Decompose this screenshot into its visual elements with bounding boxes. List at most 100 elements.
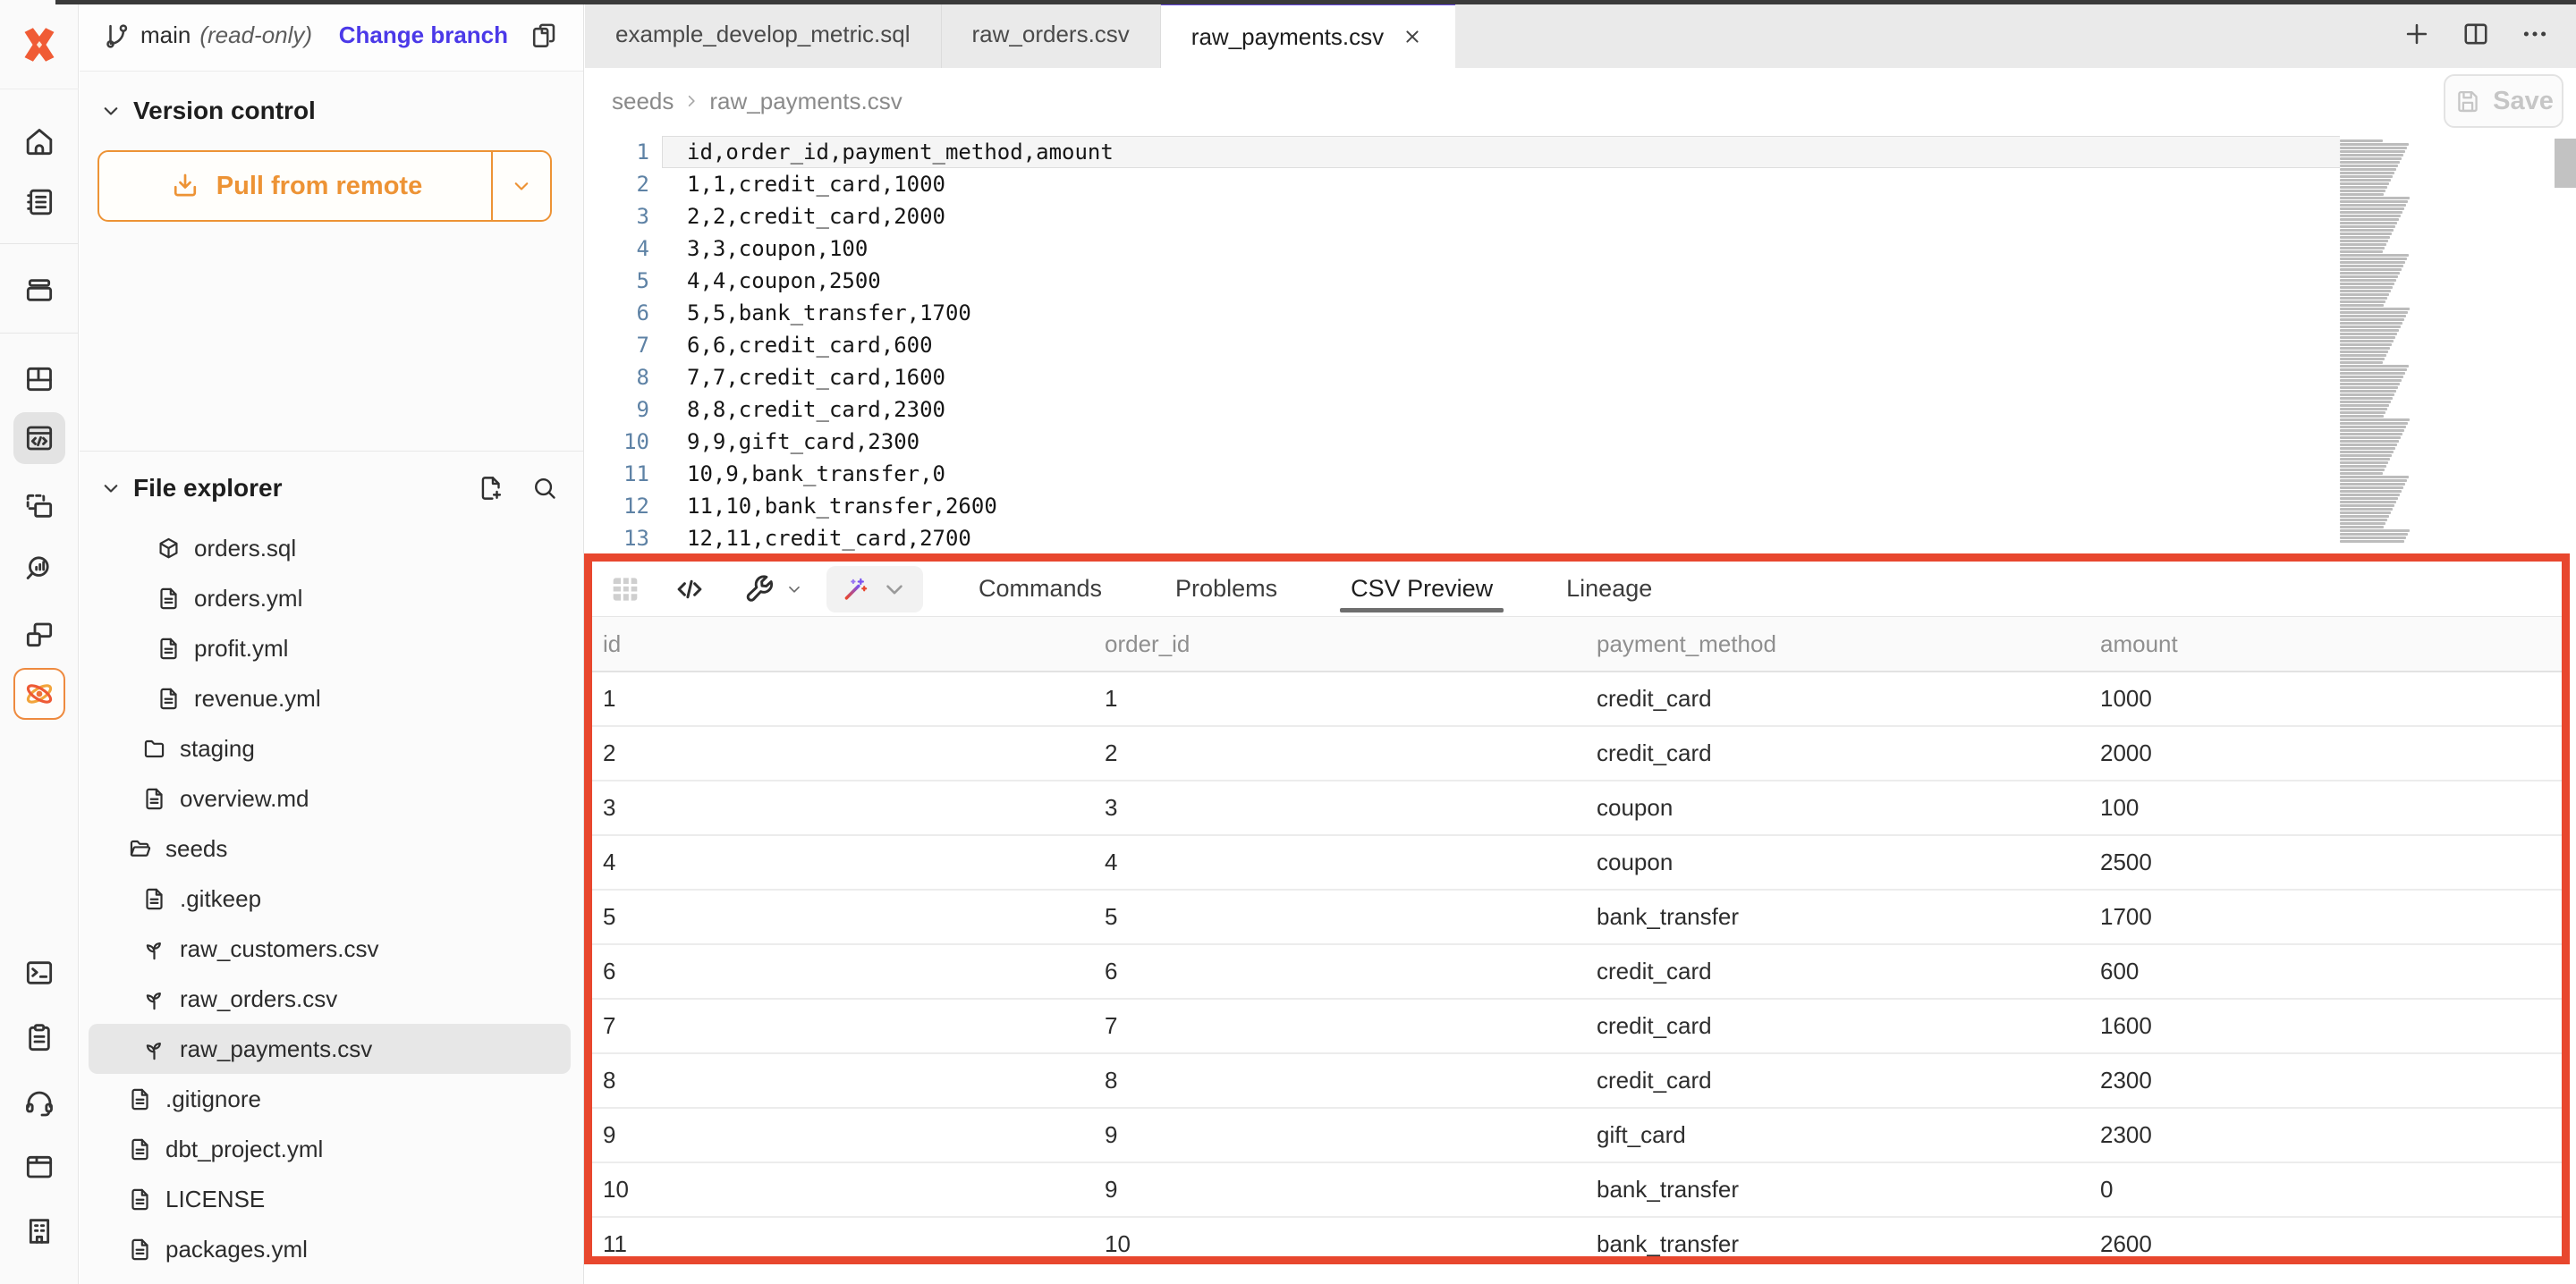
minimap[interactable] <box>2340 139 2411 544</box>
minimap-line <box>2340 411 2385 414</box>
minimap-line <box>2340 340 2394 342</box>
file-item-seeds[interactable]: seeds <box>89 824 571 874</box>
tools-wrench-icon[interactable] <box>741 570 778 608</box>
minimap-line <box>2340 461 2388 464</box>
doc-icon <box>155 585 182 612</box>
audit-search-icon <box>21 551 57 587</box>
file-item--gitignore[interactable]: .gitignore <box>89 1074 571 1124</box>
code-editor-icon <box>21 420 57 456</box>
minimap-line <box>2340 504 2394 507</box>
minimap-line <box>2340 333 2397 335</box>
minimap-line <box>2340 426 2406 428</box>
line-code: 7,7,credit_card,1600 <box>662 361 2340 393</box>
activity-item-archive-icon[interactable] <box>13 264 65 316</box>
minimap-line <box>2340 515 2389 518</box>
file-item-overview-md[interactable]: overview.md <box>89 773 571 824</box>
activity-item-layout-blocks-icon[interactable] <box>13 353 65 405</box>
minimap-line <box>2340 436 2401 439</box>
change-branch-link[interactable]: Change branch <box>339 21 508 49</box>
ai-magic-wand-button[interactable] <box>826 566 923 612</box>
activity-item-browser-icon[interactable] <box>13 1141 65 1193</box>
split-view-icon[interactable] <box>2460 18 2492 50</box>
file-item-raw-payments-csv[interactable]: raw_payments.csv <box>89 1024 571 1074</box>
activity-item-home-icon[interactable] <box>13 115 65 167</box>
file-item-raw-customers-csv[interactable]: raw_customers.csv <box>89 924 571 974</box>
minimap-line <box>2340 397 2393 400</box>
editor-line: 1312,11,credit_card,2700 <box>585 522 2340 554</box>
minimap-line <box>2340 300 2385 303</box>
minimap-line <box>2340 401 2391 403</box>
save-button[interactable]: Save <box>2444 74 2563 128</box>
pull-options-caret[interactable] <box>491 152 550 220</box>
csv-cell: 2 <box>592 726 1094 781</box>
file-item-dbt-project-yml[interactable]: dbt_project.yml <box>89 1124 571 1174</box>
activity-item-building-icon[interactable] <box>13 1205 65 1257</box>
minimap-line <box>2340 447 2395 450</box>
editor-scrollbar-thumb[interactable] <box>2555 139 2576 188</box>
doc-icon <box>126 1186 154 1213</box>
minimap-line <box>2340 501 2396 503</box>
file-item-revenue-yml[interactable]: revenue.yml <box>89 673 571 723</box>
bottom-tab-lineage[interactable]: Lineage <box>1566 562 1652 616</box>
new-tab-plus-icon[interactable] <box>2401 18 2433 50</box>
csv-cell: gift_card <box>1586 1108 2089 1162</box>
file-item-orders-yml[interactable]: orders.yml <box>89 573 571 623</box>
app-logo[interactable] <box>0 0 79 89</box>
cube-icon <box>155 535 182 562</box>
minimap-line <box>2340 508 2393 511</box>
file-item-profit-yml[interactable]: profit.yml <box>89 623 571 673</box>
editor-tab-raw-orders-csv[interactable]: raw_orders.csv <box>942 0 1161 68</box>
doc-icon <box>126 1236 154 1263</box>
breadcrumb-folder[interactable]: seeds <box>612 88 674 115</box>
chevron-down-icon[interactable] <box>97 97 124 124</box>
pull-from-remote-button[interactable]: Pull from remote <box>97 150 552 222</box>
line-number: 11 <box>585 458 662 490</box>
new-file-icon[interactable] <box>476 473 506 503</box>
file-item-raw-orders-csv[interactable]: raw_orders.csv <box>89 974 571 1024</box>
editor-tab-raw-payments-csv[interactable]: raw_payments.csv <box>1161 0 1455 68</box>
activity-item-terminal-icon[interactable] <box>13 947 65 999</box>
minimap-line <box>2340 443 2397 446</box>
csv-cell: 6 <box>592 944 1094 999</box>
file-item-staging[interactable]: staging <box>89 723 571 773</box>
editor-tab-example-develop-metric-sql[interactable]: example_develop_metric.sql <box>585 0 942 68</box>
file-item-license[interactable]: LICENSE <box>89 1174 571 1224</box>
copy-docs-icon[interactable] <box>528 20 560 52</box>
chevron-down-icon[interactable] <box>97 475 124 502</box>
code-view-icon[interactable] <box>671 570 708 608</box>
wrench-dropdown-caret-icon[interactable] <box>784 579 805 600</box>
csv-table-row: 33coupon100 <box>592 781 2562 835</box>
bottom-tab-csv-preview[interactable]: CSV Preview <box>1351 562 1493 616</box>
code-editor[interactable]: 1id,order_id,payment_method,amount21,1,c… <box>585 134 2576 554</box>
line-number: 7 <box>585 329 662 361</box>
activity-item-headset-icon[interactable] <box>13 1077 65 1128</box>
activity-item-copilot-atom-icon[interactable] <box>13 668 65 720</box>
file-item-label: raw_orders.csv <box>180 985 337 1013</box>
activity-item-clipboard-icon[interactable] <box>13 1012 65 1064</box>
version-control-section: Version control Pull from remote <box>80 72 583 451</box>
editor-line: 1id,order_id,payment_method,amount <box>585 136 2340 168</box>
search-icon[interactable] <box>530 473 560 503</box>
file-item-orders-sql[interactable]: orders.sql <box>89 523 571 573</box>
csv-cell: 8 <box>592 1053 1094 1108</box>
breadcrumb-file: raw_payments.csv <box>709 88 902 115</box>
minimap-line <box>2340 222 2397 224</box>
minimap-line <box>2340 486 2403 489</box>
more-options-icon[interactable] <box>2519 18 2551 50</box>
activity-item-notebook-icon[interactable] <box>13 176 65 228</box>
bottom-tab-commands[interactable]: Commands <box>979 562 1102 616</box>
selection-icon <box>21 488 57 524</box>
table-view-icon[interactable] <box>606 570 644 608</box>
activity-item-windows-icon[interactable] <box>13 609 65 661</box>
minimap-line <box>2340 215 2401 217</box>
activity-item-audit-search-icon[interactable] <box>13 543 65 595</box>
file-item-packages-yml[interactable]: packages.yml <box>89 1224 571 1274</box>
activity-item-code-editor-icon[interactable] <box>13 412 65 464</box>
clipboard-icon <box>21 1020 57 1056</box>
activity-item-selection-icon[interactable] <box>13 480 65 532</box>
close-icon[interactable] <box>1400 24 1425 49</box>
file-item--gitkeep[interactable]: .gitkeep <box>89 874 571 924</box>
branch-mode: (read-only) <box>199 21 312 49</box>
bottom-tab-problems[interactable]: Problems <box>1175 562 1277 616</box>
file-explorer-section: File explorer orders.sqlorders.ymlprofit… <box>80 451 583 1274</box>
